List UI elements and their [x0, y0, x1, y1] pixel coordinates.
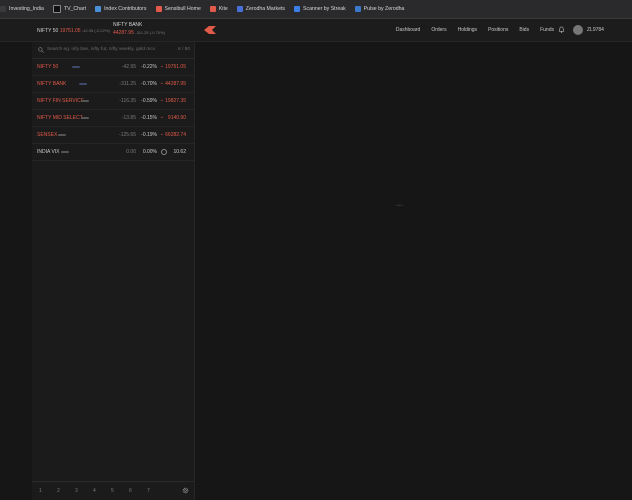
arrow-down-icon: ⌄: [159, 97, 164, 103]
instrument-name: NIFTY MID SELECT: [37, 115, 83, 121]
instrument-percent: -0.15%: [141, 115, 157, 121]
instrument-percent: -0.22%: [141, 64, 157, 70]
watchlist-panel: Search eg: infy bse, nifty fut, nifty we…: [32, 42, 195, 500]
arrow-down-icon: ⌄: [159, 63, 164, 69]
bookmark-investing-india[interactable]: Investing_India: [0, 6, 44, 12]
bookmark-index-contributors[interactable]: Index Contributors: [95, 6, 147, 12]
instrument-percent: 0.00%: [142, 149, 157, 155]
watchlist-row[interactable]: NIFTY MID SELECT -13.85 -0.15% ⌄ 9140.90: [32, 110, 194, 127]
nav-bids[interactable]: Bids: [519, 27, 529, 33]
instrument-tag-icon: [79, 83, 87, 85]
bookmark-pulse-by-zerodha[interactable]: Pulse by Zerodha: [354, 6, 404, 12]
page-tab-4[interactable]: 4: [93, 488, 96, 494]
arrow-down-icon: ⌄: [159, 80, 164, 86]
instrument-tag-icon: [72, 66, 80, 68]
instrument-tag-icon: [61, 151, 69, 153]
bookmark-kite[interactable]: Kite: [209, 6, 228, 12]
nav-orders[interactable]: Orders: [431, 27, 446, 33]
bookmark-favicon: [209, 6, 216, 12]
instrument-name: SENSEX: [37, 132, 58, 138]
instrument-ltp: 10.62: [173, 149, 186, 155]
nav-holdings[interactable]: Holdings: [458, 27, 477, 33]
kite-logo-icon[interactable]: [204, 26, 216, 34]
instrument-tag-icon: [81, 117, 89, 119]
instrument-name: INDIA VIX: [37, 149, 60, 155]
avatar[interactable]: [573, 25, 583, 35]
circle-icon: [161, 149, 167, 155]
instrument-ltp: 66282.74: [165, 132, 186, 138]
page-tab-7[interactable]: 7: [147, 488, 150, 494]
watchlist-row[interactable]: SENSEX -125.65 -0.19% ⌄ 66282.74: [32, 127, 194, 144]
instrument-ltp: 19827.35: [165, 98, 186, 104]
bell-icon[interactable]: [558, 26, 565, 33]
bookmark-favicon: [155, 6, 162, 12]
bookmark-sensibull-home[interactable]: Sensibull Home: [155, 6, 201, 12]
page-tab-5[interactable]: 5: [111, 488, 114, 494]
instrument-change: -125.65: [119, 132, 136, 138]
instrument-ltp: 9140.90: [167, 115, 186, 121]
page-tab-1[interactable]: 1: [39, 488, 42, 494]
bookmark-favicon: [236, 6, 243, 12]
bookmark-favicon: [294, 6, 301, 12]
nifty50-ticker[interactable]: NIFTY 50 19751.05 -42.95 (-0.22%): [37, 27, 110, 35]
app-header: NIFTY 50 19751.05 -42.95 (-0.22%) NIFTY …: [0, 19, 632, 42]
instrument-name: NIFTY BANK: [37, 81, 67, 87]
nav-positions[interactable]: Positions: [488, 27, 508, 33]
instrument-change: -42.95: [121, 64, 136, 70]
watchlist-row[interactable]: NIFTY BANK -311.25 -0.70% ⌄ 44287.95: [32, 76, 194, 93]
watchlist-row[interactable]: INDIA VIX 0.00 0.00% 10.62: [32, 144, 194, 161]
main-nav: Dashboard Orders Holdings Positions Bids…: [385, 27, 554, 33]
loading-indicator: • ••• •: [396, 203, 403, 207]
page-tab-2[interactable]: 2: [57, 488, 60, 494]
bookmark-favicon: [0, 6, 6, 12]
bookmark-favicon: [52, 5, 61, 13]
bookmark-scanner-by-streak[interactable]: Scanner by Streak: [294, 6, 346, 12]
instrument-name: NIFTY FIN SERVICE: [37, 98, 85, 104]
watchlist-row[interactable]: NIFTY 50 -42.95 -0.22% ⌄ 19751.05: [32, 59, 194, 76]
watchlist-row[interactable]: NIFTY FIN SERVICE -116.35 -0.59% ⌄ 19827…: [32, 93, 194, 110]
bookmark-favicon: [95, 6, 102, 12]
instrument-ltp: 44287.95: [165, 81, 186, 87]
nav-funds[interactable]: Funds: [540, 27, 554, 33]
arrow-down-icon: ⌄: [159, 114, 164, 120]
instrument-percent: -0.19%: [141, 132, 157, 138]
instrument-change: 0.00: [126, 149, 136, 155]
instrument-ltp: 19751.05: [165, 64, 186, 70]
niftybank-ticker[interactable]: NIFTY BANK 44287.95 -311.25 (-0.70%): [113, 22, 165, 37]
instrument-percent: -0.70%: [141, 81, 157, 87]
search-bar[interactable]: Search eg: infy bse, nifty fut, nifty we…: [32, 42, 194, 59]
nav-dashboard[interactable]: Dashboard: [396, 27, 420, 33]
watchlist-pages: 1 2 3 4 5 6 7: [32, 481, 194, 500]
user-id[interactable]: ZL9784: [587, 27, 604, 33]
bookmark-zerodha-markets[interactable]: Zerodha Markets: [236, 6, 285, 12]
arrow-down-icon: ⌄: [159, 131, 164, 137]
instrument-percent: -0.59%: [141, 98, 157, 104]
watchlist-count: 6 / 50: [177, 47, 190, 52]
instrument-tag-icon: [58, 134, 66, 136]
search-icon: [38, 47, 44, 53]
gear-icon[interactable]: [182, 487, 189, 494]
instrument-name: NIFTY 50: [37, 64, 59, 70]
search-input[interactable]: Search eg: infy bse, nifty fut, nifty we…: [47, 47, 155, 52]
instrument-change: -311.25: [119, 81, 136, 87]
bookmarks-bar: Investing_India TV_Chart Index Contribut…: [0, 0, 632, 19]
page-tab-6[interactable]: 6: [129, 488, 132, 494]
bookmark-favicon: [354, 6, 361, 12]
instrument-change: -13.85: [121, 115, 136, 121]
instrument-tag-icon: [81, 100, 89, 102]
bookmark-tv-chart[interactable]: TV_Chart: [52, 5, 86, 13]
page-tab-3[interactable]: 3: [75, 488, 78, 494]
instrument-change: -116.35: [119, 98, 136, 104]
